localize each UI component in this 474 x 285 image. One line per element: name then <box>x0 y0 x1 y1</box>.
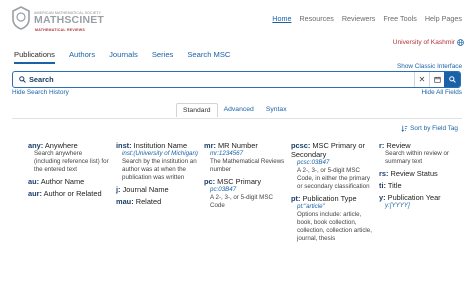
field-example: y:[YYYY] <box>385 202 410 209</box>
field-name: Institution Name <box>133 141 188 150</box>
field-tag: aur: <box>28 189 42 198</box>
field-tabs: Standard Advanced Syntax <box>176 103 293 117</box>
nav-home[interactable]: Home <box>272 14 291 23</box>
show-classic-interface-link[interactable]: Show Classic Interface <box>397 63 462 70</box>
field-description: A 2-, 3-, or 5-digit MSC Code, in either… <box>297 167 370 190</box>
logo-name: MATHSCINET <box>34 14 105 26</box>
field-name: Journal Name <box>122 185 169 194</box>
field-entry-aur[interactable]: aur: Author or Related <box>28 189 110 198</box>
tab-advanced[interactable]: Advanced <box>218 103 260 117</box>
field-description: A 2-, 3-, or 5-digit MSC Code <box>210 194 273 209</box>
field-entry-rs[interactable]: rs: Review Status <box>379 169 465 178</box>
nav-resources[interactable]: Resources <box>299 14 333 23</box>
top-nav: Home Resources Reviewers Free Tools Help… <box>272 14 462 23</box>
field-entry-any[interactable]: any: Anywhere Search anywhere (including… <box>28 141 110 174</box>
clear-icon: ✕ <box>418 75 426 84</box>
search-submit-button[interactable] <box>444 72 460 87</box>
hide-search-history-link[interactable]: Hide Search History <box>12 89 69 96</box>
field-description: Search anywhere (including reference lis… <box>34 150 109 173</box>
field-name: Publication Year <box>387 193 441 202</box>
field-entry-ti[interactable]: ti: Title <box>379 181 465 190</box>
field-entry-mr[interactable]: mr: MR Number mr:1234567 The Mathematica… <box>204 141 286 174</box>
field-entry-r[interactable]: r: Review Search within review or summar… <box>379 141 465 166</box>
field-tag: j: <box>116 185 121 194</box>
tab-search-msc[interactable]: Search MSC <box>187 50 230 64</box>
field-description: The Mathematical Reviews number <box>210 158 285 173</box>
mathscinet-logo[interactable]: AMERICAN MATHEMATICAL SOCIETY MATHSCINET… <box>8 4 118 34</box>
field-entry-inst[interactable]: inst: Institution Name inst:(University … <box>116 141 202 182</box>
sort-icon <box>401 125 408 132</box>
calendar-icon <box>433 76 441 83</box>
field-name: MSC Primary <box>217 177 262 186</box>
institution-name: University of Kashmir <box>392 39 455 46</box>
main-tabs: Publications Authors Journals Series Sea… <box>14 50 244 64</box>
field-name: Author Name <box>40 177 85 186</box>
field-name: Related <box>135 197 162 206</box>
field-name: Anywhere <box>44 141 78 150</box>
field-tag: ti: <box>379 181 386 190</box>
calendar-button[interactable] <box>429 72 444 87</box>
field-example: inst:(University of Michigan) <box>122 150 198 157</box>
field-column-2: inst: Institution Name inst:(University … <box>116 141 202 208</box>
tab-standard[interactable]: Standard <box>176 103 218 117</box>
divider <box>12 118 462 119</box>
field-tag: any: <box>28 141 44 150</box>
tab-publications[interactable]: Publications <box>14 50 55 64</box>
field-entry-pcsc[interactable]: pcsc: MSC Primary or Secondary pcsc:03B4… <box>291 141 373 191</box>
field-example: pc:03B47 <box>210 186 237 193</box>
field-tag: au: <box>28 177 40 186</box>
tab-authors[interactable]: Authors <box>69 50 95 64</box>
nav-help-pages[interactable]: Help Pages <box>425 14 462 23</box>
field-example: mr:1234567 <box>210 150 244 157</box>
field-tag: pcsc: <box>291 141 311 150</box>
field-tag: y: <box>379 193 386 202</box>
field-column-4: pcsc: MSC Primary or Secondary pcsc:03B4… <box>291 141 373 245</box>
search-bar[interactable]: Search ✕ <box>12 71 461 88</box>
field-tag: pc: <box>204 177 216 186</box>
sort-by-field-tag-link[interactable]: Sort by Field Tag <box>401 125 458 132</box>
search-input[interactable]: Search <box>13 75 414 84</box>
globe-icon <box>457 39 464 46</box>
field-entry-y[interactable]: y: Publication Year y:[YYYY] <box>379 193 465 210</box>
field-tag: mr: <box>204 141 216 150</box>
tab-syntax[interactable]: Syntax <box>260 103 293 117</box>
field-description: Search by the institution an author was … <box>122 158 197 181</box>
field-description: Search within review or summary text <box>385 150 449 165</box>
tab-series[interactable]: Series <box>152 50 174 64</box>
nav-reviewers[interactable]: Reviewers <box>342 14 376 23</box>
search-label: Search <box>29 75 54 84</box>
field-column-1: any: Anywhere Search anywhere (including… <box>28 141 110 200</box>
field-name: Title <box>387 181 402 190</box>
logo-subtitle: MATHEMATICAL REVIEWS <box>35 28 85 32</box>
field-name: Author or Related <box>43 189 102 198</box>
sort-by-label: Sort by Field Tag <box>410 125 458 132</box>
field-column-3: mr: MR Number mr:1234567 The Mathematica… <box>204 141 286 212</box>
field-column-5: r: Review Search within review or summar… <box>379 141 465 212</box>
field-example: pcsc:03B47 <box>297 159 330 166</box>
field-entry-pc[interactable]: pc: MSC Primary pc:03B47 A 2-, 3-, or 5-… <box>204 177 286 210</box>
field-tag: inst: <box>116 141 132 150</box>
search-icon <box>19 76 26 83</box>
hide-all-fields-link[interactable]: Hide All Fields <box>422 89 463 96</box>
field-tag: mau: <box>116 197 134 206</box>
field-name: Publication Type <box>302 194 357 203</box>
field-entry-j[interactable]: j: Journal Name <box>116 185 202 194</box>
field-entry-mau[interactable]: mau: Related <box>116 197 202 206</box>
field-name: MR Number <box>217 141 258 150</box>
institution-link[interactable]: University of Kashmir <box>393 39 464 46</box>
nav-free-tools[interactable]: Free Tools <box>383 14 416 23</box>
field-description: Options include: article, book, book col… <box>297 211 372 242</box>
field-entry-pt[interactable]: pt: Publication Type pt:"article" Option… <box>291 194 373 243</box>
field-name: Review <box>386 141 411 150</box>
field-example: pt:"article" <box>297 203 325 210</box>
clear-button[interactable]: ✕ <box>414 72 429 87</box>
field-tag: pt: <box>291 194 301 203</box>
field-tag: rs: <box>379 169 389 178</box>
tab-journals[interactable]: Journals <box>109 50 138 64</box>
field-entry-au[interactable]: au: Author Name <box>28 177 110 186</box>
field-tag: r: <box>379 141 385 150</box>
search-icon <box>448 76 456 83</box>
field-name: Review Status <box>390 169 438 178</box>
ams-seal-icon <box>12 6 30 30</box>
